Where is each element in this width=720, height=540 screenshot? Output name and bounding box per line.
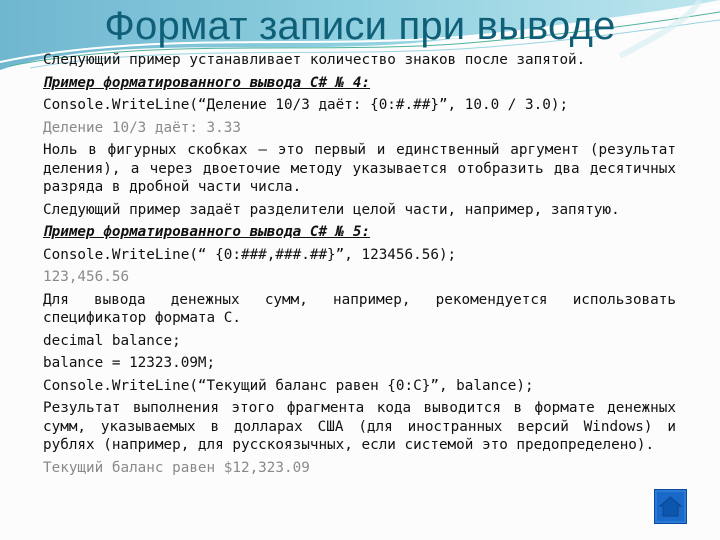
currency-code-line: balance = 12323.09M; xyxy=(43,355,216,371)
example-4-code: Console.WriteLine(“Деление 10/3 даёт: {0… xyxy=(43,97,569,113)
home-icon xyxy=(658,496,683,517)
example-5-code: Console.WriteLine(“ {0:###,###.##}”, 123… xyxy=(43,246,457,263)
example-5-heading: Пример форматированного вывода C# № 5: xyxy=(43,224,371,240)
currency-code-line: decimal balance; xyxy=(43,332,181,349)
slide-title: Формат записи при выводе xyxy=(104,4,616,48)
intro-text: Следующий пример устанавливает количеств… xyxy=(43,52,586,68)
currency-intro-text: Для вывода денежных сумм, например, реко… xyxy=(43,291,676,327)
slide-content: Следующий пример устанавливает количеств… xyxy=(43,51,676,481)
home-button[interactable] xyxy=(654,489,687,524)
currency-code-line: Console.WriteLine(“Текущий баланс равен … xyxy=(43,377,534,394)
example-4-heading: Пример форматированного вывода C# № 4: xyxy=(43,74,371,91)
currency-output: Текущий баланс равен $12,323.09 xyxy=(43,459,310,476)
currency-result-text: Результат выполнения этого фрагмента код… xyxy=(43,400,676,453)
separator-intro-text: Следующий пример задаёт разделители цело… xyxy=(43,201,620,218)
example-4-output: Деление 10/3 даёт: 3.33 xyxy=(43,119,241,136)
example-4-explanation: Ноль в фигурных скобках – это первый и е… xyxy=(43,142,676,195)
example-5-output: 123,456.56 xyxy=(43,269,130,285)
